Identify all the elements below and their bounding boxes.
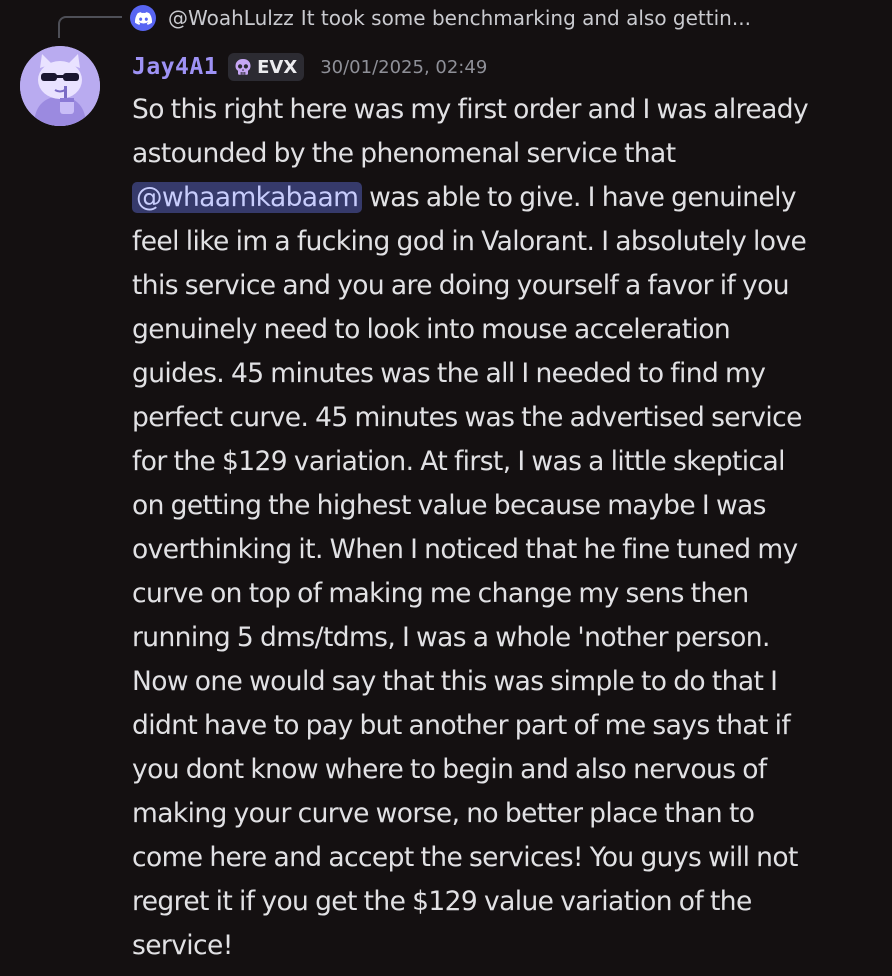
message-line: So this right here was my first order an… xyxy=(132,94,809,125)
message-line-text: was able to give. I have genuinely xyxy=(369,182,796,213)
message-line: perfect curve. 45 minutes was the advert… xyxy=(132,402,802,433)
message-line: regret it if you get the $129 value vari… xyxy=(132,886,752,917)
user-avatar[interactable] xyxy=(20,46,100,126)
message-line: you dont know where to begin and also ne… xyxy=(132,754,767,785)
reply-excerpt[interactable]: It took some benchmarking and also getti… xyxy=(301,6,751,30)
user-mention[interactable]: @whaamkabaam xyxy=(132,182,363,213)
message-line: genuinely need to look into mouse accele… xyxy=(132,314,731,345)
message-header: Jay4A1 EVX 30/01/2025, 02:49 xyxy=(132,50,487,84)
message-line: making your curve worse, no better place… xyxy=(132,798,755,829)
chat-message: @WoahLulzz It took some benchmarking and… xyxy=(0,0,892,976)
reply-preview[interactable]: @WoahLulzz It took some benchmarking and… xyxy=(130,2,751,34)
message-line: guides. 45 minutes was the all I needed … xyxy=(132,358,766,389)
message-line: curve on top of making me change my sens… xyxy=(132,578,749,609)
message-line: come here and accept the services! You g… xyxy=(132,842,798,873)
discord-icon xyxy=(130,5,156,31)
reply-connector xyxy=(58,16,122,38)
message-line: feel like im a fucking god in Valorant. … xyxy=(132,226,807,257)
message-line: astounded by the phenomenal service that xyxy=(132,138,676,169)
reply-username[interactable]: @WoahLulzz xyxy=(168,6,294,30)
message-line: on getting the highest value because may… xyxy=(132,490,766,521)
message-line: for the $129 variation. At first, I was … xyxy=(132,446,785,477)
author-name[interactable]: Jay4A1 xyxy=(132,54,218,80)
tag-label: EVX xyxy=(257,56,298,78)
message-line: overthinking it. When I noticed that he … xyxy=(132,534,798,565)
message-line: service! xyxy=(132,930,233,961)
message-line: @whaamkabaam was able to give. I have ge… xyxy=(132,176,872,220)
message-line: didnt have to pay but another part of me… xyxy=(132,710,791,741)
message-content: So this right here was my first order an… xyxy=(132,88,872,968)
server-tag[interactable]: EVX xyxy=(228,53,305,81)
cat-avatar-icon xyxy=(20,46,100,126)
skull-icon xyxy=(235,59,251,75)
message-line: Now one would say that this was simple t… xyxy=(132,666,778,697)
message-line: this service and you are doing yourself … xyxy=(132,270,790,301)
message-line: running 5 dms/tdms, I was a whole 'nothe… xyxy=(132,622,770,653)
message-timestamp[interactable]: 30/01/2025, 02:49 xyxy=(320,57,487,78)
